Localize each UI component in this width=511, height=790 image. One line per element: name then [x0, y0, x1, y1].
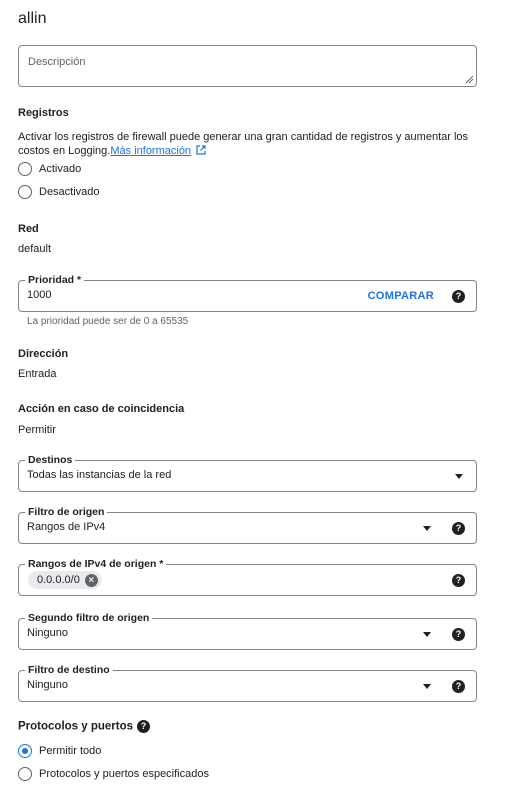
source-filter-label: Filtro de origen [25, 506, 108, 518]
network-label: Red [18, 223, 39, 235]
logs-option-off-label: Desactivado [39, 186, 100, 198]
source-ranges-label: Rangos de IPv4 de origen * [25, 558, 167, 570]
help-icon[interactable]: ? [452, 574, 465, 587]
external-link-icon [196, 145, 206, 155]
help-icon[interactable]: ? [452, 522, 465, 535]
destination-filter-select[interactable]: Filtro de destino Ninguno ? [18, 664, 477, 702]
logs-description-line2: costos en Logging. [18, 145, 111, 157]
ip-range-chip: 0.0.0.0/0 × [28, 571, 102, 589]
destination-filter-label: Filtro de destino [25, 664, 113, 676]
priority-value[interactable]: 1000 [27, 289, 51, 301]
learn-more-link[interactable]: Más información [110, 145, 191, 157]
ip-range-chip-label: 0.0.0.0/0 [37, 574, 80, 586]
radio-icon[interactable] [18, 767, 32, 781]
help-icon[interactable]: ? [452, 628, 465, 641]
direction-label: Dirección [18, 348, 69, 360]
logs-description-line1: Activar los registros de firewall puede … [18, 131, 469, 143]
targets-label: Destinos [25, 454, 76, 466]
cancel-icon[interactable]: × [84, 573, 98, 587]
protocols-option-specified-label: Protocolos y puertos especificados [39, 768, 209, 780]
protocols-option-specified[interactable]: Protocolos y puertos especificados [18, 767, 209, 781]
dropdown-caret-icon[interactable] [423, 632, 431, 637]
action-label: Acción en caso de coincidencia [18, 403, 185, 415]
dropdown-caret-icon[interactable] [423, 684, 431, 689]
second-source-filter-select[interactable]: Segundo filtro de origen Ninguno ? [18, 612, 477, 650]
source-ranges-field[interactable]: Rangos de IPv4 de origen * 0.0.0.0/0 × ? [18, 558, 477, 596]
action-value: Permitir [18, 424, 56, 436]
radio-icon[interactable] [18, 185, 32, 199]
help-icon[interactable]: ? [452, 680, 465, 693]
source-filter-select[interactable]: Filtro de origen Rangos de IPv4 ? [18, 506, 477, 544]
protocols-label: Protocolos y puertos [18, 720, 134, 733]
logs-option-off[interactable]: Desactivado [18, 185, 100, 199]
targets-select[interactable]: Destinos Todas las instancias de la red [18, 454, 477, 492]
protocols-heading: Protocolos y puertos? [18, 720, 151, 733]
logs-label: Registros [18, 107, 69, 119]
rule-name-title: allin [18, 10, 47, 27]
protocols-option-allow-all[interactable]: Permitir todo [18, 744, 101, 758]
logs-option-on[interactable]: Activado [18, 162, 81, 176]
destination-filter-value: Ninguno [27, 679, 68, 691]
priority-hint: La prioridad puede ser de 0 a 65535 [27, 316, 189, 327]
compare-button[interactable]: COMPARAR [368, 290, 434, 302]
dropdown-caret-icon[interactable] [423, 526, 431, 531]
description-placeholder: Descripción [28, 56, 86, 68]
help-icon[interactable]: ? [137, 720, 151, 733]
logs-option-on-label: Activado [39, 163, 82, 175]
source-filter-value: Rangos de IPv4 [27, 521, 106, 533]
radio-icon[interactable] [18, 162, 32, 176]
logs-description: Activar los registros de firewall puede … [18, 130, 488, 158]
second-source-filter-value: Ninguno [27, 627, 68, 639]
direction-value: Entrada [18, 368, 57, 380]
resize-handle-icon[interactable] [464, 74, 474, 84]
network-value: default [18, 243, 52, 255]
targets-value: Todas las instancias de la red [27, 469, 172, 481]
protocols-option-allow-all-label: Permitir todo [39, 745, 102, 757]
help-icon[interactable]: ? [452, 290, 465, 303]
radio-checked-icon[interactable] [18, 744, 32, 758]
description-textarea[interactable]: Descripción [18, 45, 477, 87]
priority-label: Prioridad * [25, 274, 85, 286]
dropdown-caret-icon[interactable] [455, 474, 463, 479]
second-source-filter-label: Segundo filtro de origen [25, 612, 153, 624]
priority-field[interactable]: Prioridad * 1000 COMPARAR ? [18, 274, 477, 312]
